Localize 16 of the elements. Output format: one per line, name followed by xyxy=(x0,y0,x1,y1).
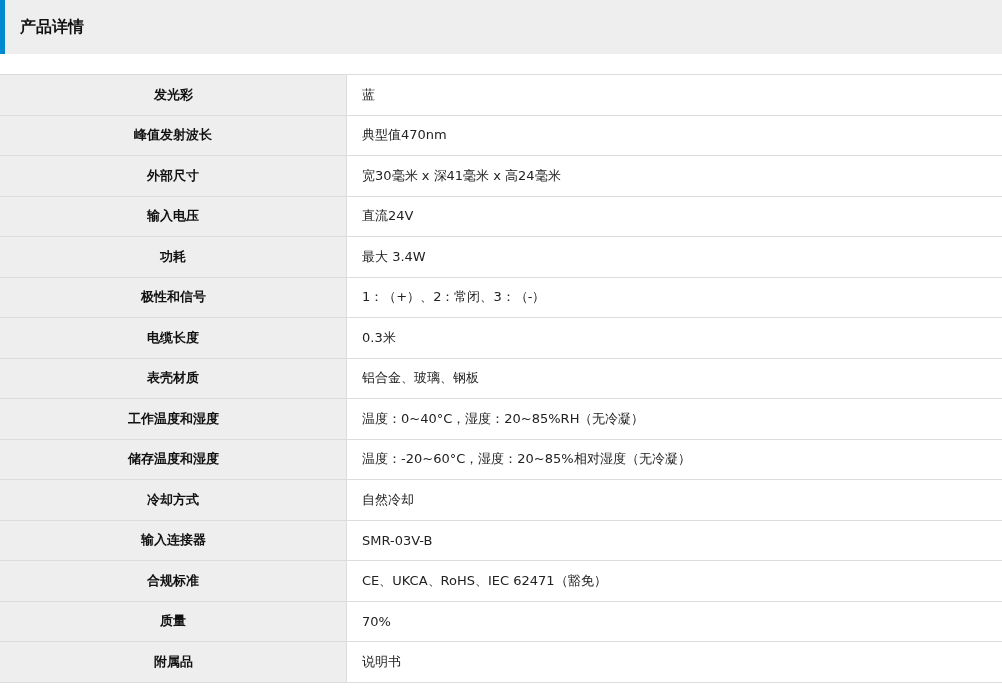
spec-label-cell: 表壳材质 xyxy=(0,358,347,399)
spec-label-cell: 质量 xyxy=(0,601,347,642)
spec-label-cell: 极性和信号 xyxy=(0,277,347,318)
spec-label-cell: 峰值发射波长 xyxy=(0,115,347,156)
spec-label-cell: 输入电压 xyxy=(0,196,347,237)
spec-label-cell: 电缆长度 xyxy=(0,318,347,359)
spec-label-cell: 附属品 xyxy=(0,642,347,683)
spec-label-cell: 发光彩 xyxy=(0,75,347,116)
section-title: 产品详情 xyxy=(20,16,84,38)
spec-label-cell: 输入连接器 xyxy=(0,520,347,561)
spec-label-cell: 冷却方式 xyxy=(0,480,347,521)
spec-label-cell: 合规标准 xyxy=(0,561,347,602)
spec-label-cell: 功耗 xyxy=(0,237,347,278)
spec-label-cell: 储存温度和湿度 xyxy=(0,439,347,480)
spec-label-cell: 工作温度和湿度 xyxy=(0,399,347,440)
spec-label-cell: 外部尺寸 xyxy=(0,156,347,197)
